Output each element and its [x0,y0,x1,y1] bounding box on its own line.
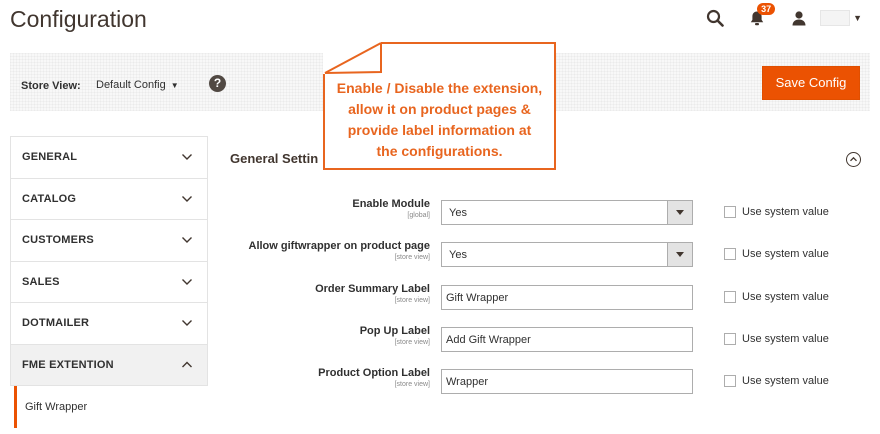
field-scope: [store view] [394,381,430,388]
sidebar-subitem-label: Gift Wrapper [25,401,88,413]
callout-line: provide label information at [347,122,532,138]
select-arrow-icon [667,243,692,266]
caret-down-icon: ▼ [170,81,179,90]
use-system-value-checkbox[interactable] [724,291,736,303]
folded-corner-icon [323,42,382,74]
field-row-enable-module: Enable Module [global] Yes Use system va… [230,198,870,234]
use-system-value-checkbox[interactable] [724,248,736,260]
field-label: Order Summary Label [315,283,430,295]
callout-text: Enable / Disable the extension, allow it… [329,78,550,162]
allow-giftwrapper-select[interactable]: Yes [441,242,693,267]
use-system-value-label[interactable]: Use system value [742,333,829,345]
select-arrow-icon [667,201,692,224]
sidebar-item-dotmailer[interactable]: DOTMAILER [10,303,208,345]
sidebar-subitem-gift-wrapper[interactable]: Gift Wrapper [14,386,208,428]
sidebar-item-catalog[interactable]: CATALOG [10,178,208,220]
header-actions: 37 ▼ [704,3,862,29]
sidebar-item-label: GENERAL [22,151,78,163]
field-label: Product Option Label [318,367,430,379]
chevron-down-icon [182,278,192,285]
select-value: Yes [449,249,467,261]
chevron-up-icon [182,361,192,367]
config-sidebar: GENERAL CATALOG CUSTOMERS SALES DOTMAILE… [10,136,208,428]
user-name-box[interactable] [820,10,851,26]
field-row-order-summary-label: Order Summary Label [store view] Gift Wr… [230,283,870,319]
select-value: Yes [449,207,467,219]
use-system-value-checkbox[interactable] [724,375,736,387]
chevron-down-icon [182,320,192,326]
sidebar-item-label: FME EXTENTION [22,358,114,371]
chevron-down-icon [182,237,192,243]
sidebar-item-label: SALES [22,275,60,288]
field-row-pop-up-label: Pop Up Label [store view] Add Gift Wrapp… [230,325,870,361]
use-system-value-label[interactable]: Use system value [742,248,829,260]
sidebar-item-customers[interactable]: CUSTOMERS [10,220,208,262]
store-view-value: Default Config [96,79,166,91]
field-label: Enable Module [352,198,430,210]
chevron-down-icon [182,154,192,160]
field-scope: [store view] [394,254,430,261]
field-scope: [global] [407,212,430,219]
callout-line: the configurations. [376,143,503,159]
sidebar-item-label: CATALOG [22,192,77,205]
field-label: Allow giftwrapper on product page [248,240,431,252]
pop-up-label-input[interactable]: Add Gift Wrapper [441,327,693,352]
order-summary-label-input[interactable]: Gift Wrapper [441,285,693,310]
callout-note: Enable / Disable the extension, allow it… [323,42,556,170]
input-value: Gift Wrapper [446,292,509,304]
field-scope: [store view] [394,297,430,304]
field-row-product-option-label: Product Option Label [store view] Wrappe… [230,367,870,403]
chevron-down-icon [182,195,192,202]
save-config-button[interactable]: Save Config [762,66,860,100]
input-value: Wrapper [446,376,488,388]
use-system-value-label[interactable]: Use system value [742,375,829,387]
field-label: Pop Up Label [359,325,430,337]
enable-module-select[interactable]: Yes [441,200,693,225]
store-view-select[interactable]: Default Config ▼ [96,79,179,91]
callout-line: allow it on product pages & [348,101,531,117]
sidebar-item-sales[interactable]: SALES [10,261,208,303]
search-icon[interactable] [704,7,726,29]
sidebar-item-general[interactable]: GENERAL [10,137,208,179]
sidebar-item-label: DOTMAILER [22,317,90,329]
callout-line: Enable / Disable the extension, [336,80,543,96]
page-title: Configuration [10,6,147,32]
field-scope: [store view] [394,339,430,346]
collapse-section-icon[interactable] [846,152,861,167]
sidebar-item-fme-extention[interactable]: FME EXTENTION [10,344,208,386]
input-value: Add Gift Wrapper [446,334,531,346]
use-system-value-checkbox[interactable] [724,206,736,218]
use-system-value-label[interactable]: Use system value [742,206,829,218]
user-icon[interactable] [788,7,810,29]
store-view-label: Store View: [21,80,81,92]
help-icon[interactable]: ? [209,75,226,92]
notifications-button[interactable]: 37 [746,3,776,29]
field-row-allow-giftwrapper: Allow giftwrapper on product page [store… [230,240,870,276]
product-option-label-input[interactable]: Wrapper [441,369,693,394]
sidebar-item-label: CUSTOMERS [22,234,94,246]
chevron-down-icon[interactable]: ▼ [853,13,862,23]
use-system-value-label[interactable]: Use system value [742,291,829,303]
section-title[interactable]: General Settin [230,151,318,166]
notification-count-badge: 37 [757,3,776,15]
use-system-value-checkbox[interactable] [724,333,736,345]
